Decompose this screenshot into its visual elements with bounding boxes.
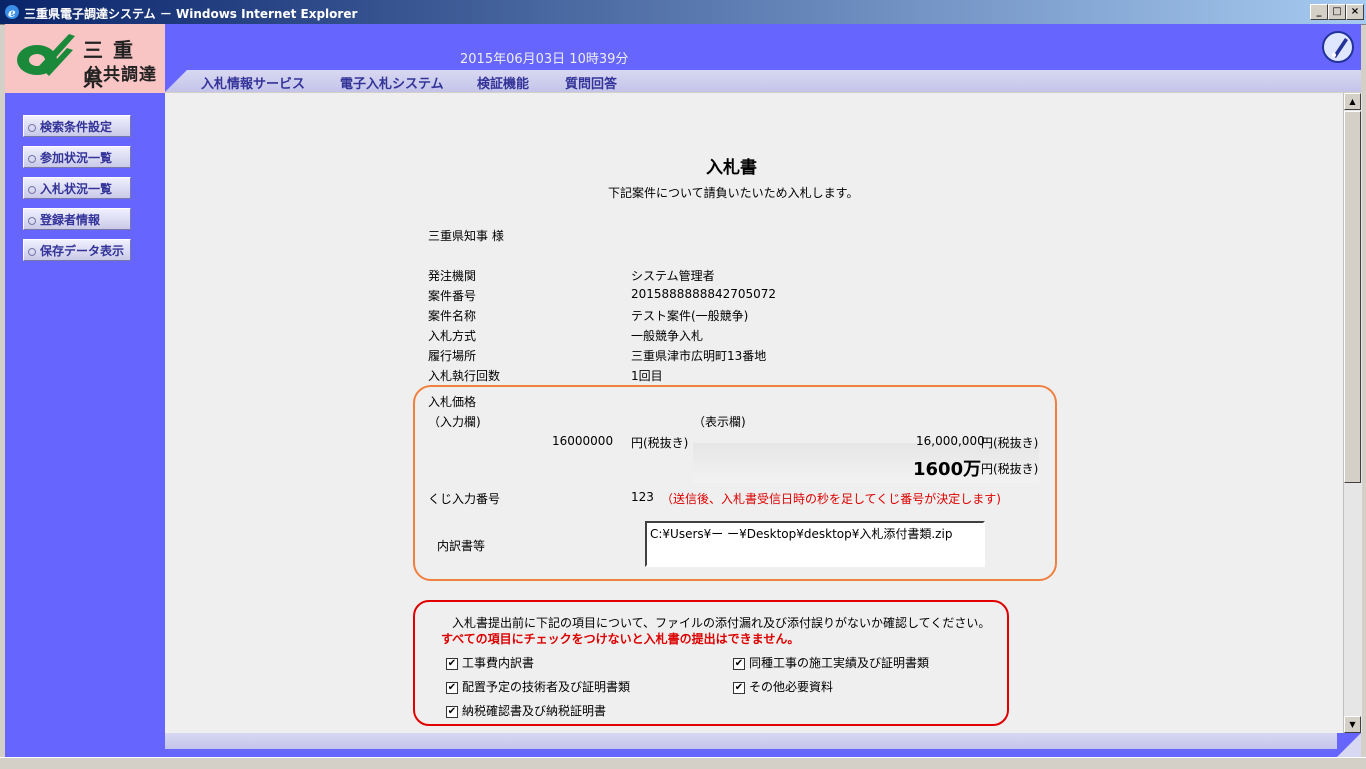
check-item-cost-breakdown[interactable]: ✔ 工事費内訳書	[446, 654, 534, 671]
field-value: 一般競争入札	[631, 329, 704, 343]
checkbox[interactable]: ✔	[446, 681, 458, 694]
bullet-icon	[28, 216, 36, 225]
scroll-up-arrow-icon[interactable]: ▲	[1344, 93, 1361, 110]
page-subtitle: 下記案件について請負いたいため入札します。	[608, 186, 859, 200]
bullet-icon	[28, 247, 36, 256]
sidebar-item-search-settings[interactable]: 検索条件設定	[23, 115, 131, 137]
bid-display-value-large: 1600万	[913, 459, 982, 480]
field-value: システム管理者	[631, 269, 715, 283]
bid-display-unit: 円(税抜き)	[981, 436, 1039, 450]
nav-item-verification[interactable]: 検証機能	[477, 73, 529, 92]
bullet-icon	[28, 154, 36, 163]
lottery-value: 123	[631, 490, 654, 504]
checkbox[interactable]: ✔	[733, 657, 745, 670]
attachment-path-field[interactable]: C:¥Users¥ー ー¥Desktop¥desktop¥入札添付書類.zip	[645, 521, 985, 567]
check-item-tax[interactable]: ✔ 納税確認書及び納税証明書	[446, 702, 606, 719]
close-button[interactable]: ×	[1346, 4, 1364, 20]
nav-item-qa[interactable]: 質問回答	[565, 73, 617, 92]
sidebar-item-saved-data[interactable]: 保存データ表示	[23, 239, 131, 261]
help-pen-icon[interactable]	[1321, 30, 1355, 64]
main-content: 入札書 下記案件について請負いたいため入札します。 三重県知事 様 発注機関 シ…	[165, 93, 1343, 733]
check-item-other[interactable]: ✔ その他必要資料	[733, 678, 833, 695]
bid-display-unit-large: 円(税抜き)	[981, 462, 1039, 476]
check-item-engineer[interactable]: ✔ 配置予定の技術者及び証明書類	[446, 678, 630, 695]
bid-input-unit: 円(税抜き)	[631, 436, 689, 450]
svg-text:e: e	[8, 6, 16, 20]
addressee: 三重県知事 様	[428, 229, 504, 243]
vertical-scrollbar[interactable]: ▲ ▼	[1343, 93, 1362, 733]
field-value: 1回目	[631, 369, 663, 383]
nav-item-bid-info[interactable]: 入札情報サービス	[201, 73, 305, 92]
sidebar-item-participation-list[interactable]: 参加状況一覧	[23, 146, 131, 168]
window-title: 三重県電子調達システム － Windows Internet Explorer	[24, 7, 358, 21]
field-label: 履行場所	[428, 349, 477, 363]
field-label: 案件名称	[428, 309, 477, 323]
lottery-label: くじ入力番号	[428, 492, 501, 506]
bid-display-value: 16,000,000	[916, 434, 985, 448]
field-label: 入札方式	[428, 329, 477, 343]
sidebar: 検索条件設定 参加状況一覧 入札状況一覧 登録者情報 保存データ表示	[5, 93, 165, 757]
field-label: 案件番号	[428, 289, 477, 303]
confirm-warning: すべての項目にチェックをつけないと入札書の提出はできません。	[441, 632, 800, 646]
input-column-label: （入力欄)	[428, 415, 481, 429]
logo: 三重県 公共調達	[5, 24, 165, 93]
checkbox[interactable]: ✔	[733, 681, 745, 694]
attachment-label: 内訳書等	[437, 539, 486, 553]
footer-bar	[165, 733, 1361, 757]
bullet-icon	[28, 123, 36, 132]
page-title: 入札書	[706, 158, 757, 178]
checkbox[interactable]: ✔	[446, 657, 458, 670]
confirm-message: 入札書提出前に下記の項目について、ファイルの添付漏れ及び添付誤りがないか確認して…	[452, 616, 991, 630]
field-value: テスト案件(一般競争)	[631, 309, 749, 323]
bullet-icon	[28, 185, 36, 194]
sidebar-item-bid-status-list[interactable]: 入札状況一覧	[23, 177, 131, 199]
main-nav: 入札情報サービス 電子入札システム 検証機能 質問回答	[165, 70, 1361, 92]
minimize-button[interactable]: _	[1310, 4, 1328, 20]
check-item-similar-work[interactable]: ✔ 同種工事の施工実績及び証明書類	[733, 654, 929, 671]
bid-input-value[interactable]: 16000000	[552, 434, 613, 448]
scroll-down-arrow-icon[interactable]: ▼	[1344, 716, 1361, 733]
sidebar-item-registrant-info[interactable]: 登録者情報	[23, 208, 131, 230]
field-value: 三重県津市広明町13番地	[631, 349, 767, 363]
display-column-label: （表示欄)	[693, 415, 746, 429]
checkbox[interactable]: ✔	[446, 705, 458, 718]
lottery-note: （送信後、入札書受信日時の秒を足してくじ番号が決定します)	[661, 492, 1001, 506]
maximize-button[interactable]: □	[1328, 4, 1346, 20]
mie-logo-icon	[17, 34, 75, 76]
status-bar	[0, 757, 1366, 769]
field-label: 発注機関	[428, 269, 477, 283]
nav-item-e-bidding[interactable]: 電子入札システム	[340, 73, 444, 92]
current-datetime: 2015年06月03日 10時39分	[460, 52, 629, 67]
header: 2015年06月03日 10時39分	[165, 24, 1361, 70]
logo-line2: 公共調達	[85, 65, 157, 85]
bid-price-label: 入札価格	[428, 395, 477, 409]
field-value: 2015888888842705072	[631, 287, 777, 301]
field-label: 入札執行回数	[428, 369, 501, 383]
scroll-thumb[interactable]	[1344, 111, 1361, 483]
window-title-bar: e 三重県電子調達システム － Windows Internet Explore…	[0, 0, 1366, 25]
ie-icon: e	[5, 5, 19, 20]
